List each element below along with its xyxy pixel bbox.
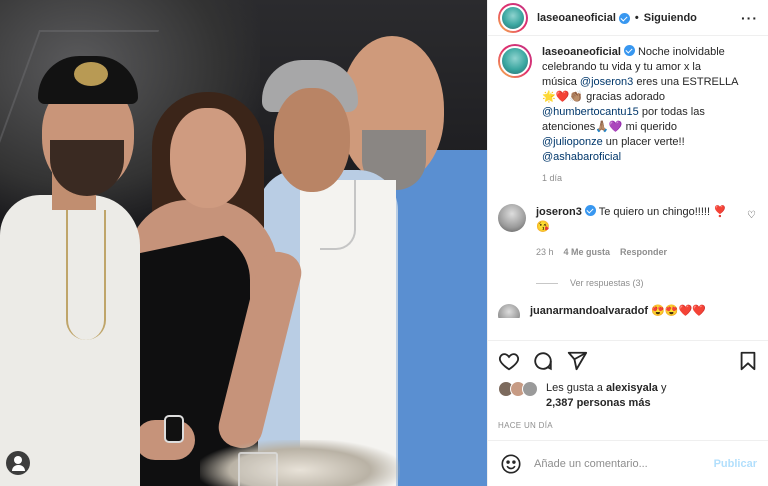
verified-badge-icon — [584, 205, 596, 216]
comment-username[interactable]: joseron3 — [536, 206, 582, 218]
likes-summary[interactable]: Les gusta a alexisyala y 2,387 personas … — [498, 381, 759, 411]
instagram-post-modal: laseoaneoficial • Siguiendo ··· laseoane… — [0, 0, 768, 486]
author-username[interactable]: laseoaneoficial — [537, 12, 616, 24]
mention-link[interactable]: @ashabaroficial — [542, 151, 621, 163]
comment-body: juanarmandoalvaradof 😍😍❤️❤️ — [530, 304, 730, 318]
post-side-panel: laseoaneoficial • Siguiendo ··· laseoane… — [487, 0, 768, 486]
replies-line — [536, 282, 558, 284]
verified-badge-icon — [618, 13, 630, 24]
person-3-necklace — [320, 180, 356, 250]
comment-time[interactable]: 23 h — [536, 245, 554, 260]
caption-body: laseoaneoficial Noche inolvidable celebr… — [542, 44, 738, 186]
publish-button[interactable]: Publicar — [714, 458, 757, 470]
comment-input[interactable]: Añade un comentario... — [534, 458, 714, 470]
comment-username[interactable]: juanarmandoalvaradof — [530, 305, 648, 317]
comment-icon[interactable] — [532, 350, 554, 372]
comment-avatar[interactable] — [498, 304, 520, 318]
tagged-users-icon[interactable] — [6, 451, 30, 475]
person-2-head — [170, 108, 246, 208]
person-1-necklace — [66, 210, 106, 340]
comments-list[interactable]: laseoaneoficial Noche inolvidable celebr… — [488, 36, 768, 348]
liker-avatars — [498, 381, 542, 399]
following-button[interactable]: Siguiendo — [644, 12, 697, 24]
heart-icon[interactable] — [498, 350, 520, 372]
caption-avatar[interactable] — [498, 44, 532, 78]
verified-badge-icon — [623, 45, 635, 56]
post-header: laseoaneoficial • Siguiendo ··· — [488, 0, 768, 36]
likes-count[interactable]: 2,387 personas más — [546, 397, 651, 409]
post-date[interactable]: HACE UN DÍA — [498, 421, 759, 430]
caption: laseoaneoficial Noche inolvidable celebr… — [498, 44, 758, 186]
more-horizontal-icon[interactable]: ··· — [741, 10, 758, 26]
emoji-icon[interactable] — [500, 453, 522, 475]
comment-meta: 23 h 4 Me gusta Responder — [536, 245, 736, 260]
likes-text: Les gusta a alexisyala y 2,387 personas … — [546, 381, 667, 411]
likes-prefix: Les gusta a — [546, 382, 606, 394]
view-replies[interactable]: Ver respuestas (3) — [536, 278, 758, 288]
author-avatar[interactable] — [498, 2, 528, 33]
header-separator: • — [634, 11, 639, 24]
caption-username[interactable]: laseoaneoficial — [542, 46, 621, 58]
liker-username[interactable]: alexisyala — [606, 382, 658, 394]
share-icon[interactable] — [566, 350, 588, 372]
comment-body: joseron3 Te quiero un chingo!!!!! ❣️😘 23… — [536, 204, 736, 260]
caption-text: un placer verte!! — [602, 136, 685, 148]
table-light — [200, 440, 400, 486]
person-3-head — [274, 88, 350, 192]
smartwatch — [164, 415, 184, 443]
add-comment-bar: Añade un comentario... Publicar — [488, 440, 768, 486]
reply-button[interactable]: Responder — [620, 245, 667, 260]
drinking-glass — [238, 452, 278, 486]
comment-likes[interactable]: 4 Me gusta — [564, 245, 611, 260]
likes-mid: y — [657, 382, 667, 394]
comment-avatar[interactable] — [498, 204, 526, 232]
comment-item: joseron3 Te quiero un chingo!!!!! ❣️😘 23… — [498, 204, 758, 260]
mention-link[interactable]: @julioponze — [542, 136, 603, 148]
caption-time[interactable]: 1 día — [542, 171, 738, 186]
comment-text: 😍😍❤️❤️ — [651, 305, 706, 317]
cap-logo — [74, 62, 108, 86]
mention-link[interactable]: @joseron3 — [580, 76, 633, 88]
mention-link[interactable]: @humbertocantu15 — [542, 106, 639, 118]
view-replies-label: Ver respuestas (3) — [570, 278, 644, 288]
comment-like-heart-icon[interactable]: ♡ — [747, 210, 756, 221]
action-bar — [498, 347, 759, 375]
post-actions: Les gusta a alexisyala y 2,387 personas … — [488, 340, 768, 430]
post-photo[interactable] — [0, 0, 487, 486]
comment-item: juanarmandoalvaradof 😍😍❤️❤️ — [498, 304, 758, 318]
bookmark-icon[interactable] — [737, 350, 759, 372]
